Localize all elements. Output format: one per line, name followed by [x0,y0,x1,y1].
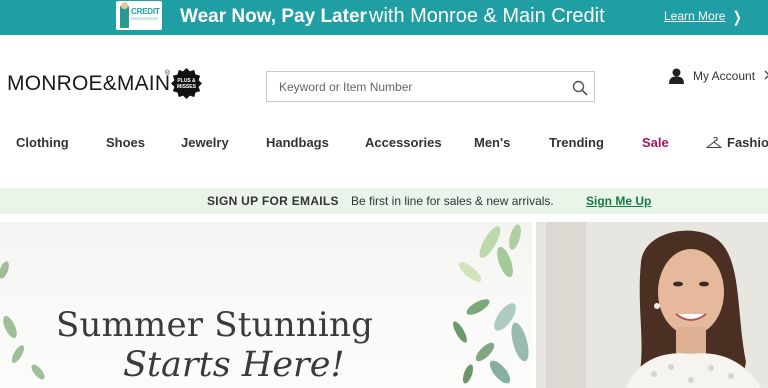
email-signup-title: SIGN UP FOR EMAILS [207,194,339,208]
nav-item-jewelry[interactable]: Jewelry [181,135,229,150]
model-figure-icon [120,2,129,28]
chevron-right-icon[interactable] [764,70,768,80]
user-icon [669,68,684,84]
model-portrait-image [536,222,768,388]
nav-item-handbags[interactable]: Handbags [266,135,329,150]
search-icon[interactable] [572,80,588,96]
badge-text: PLUS & MISSES [177,77,196,90]
main-nav: Clothing Shoes Jewelry Handbags Accessor… [0,135,768,153]
nav-item-accessories[interactable]: Accessories [365,135,442,150]
site-logo[interactable]: MONROE&MAIN [7,72,170,96]
promo-banner[interactable]: CREDIT Wear Now, Pay Later with Monroe &… [0,0,768,35]
logo-text: MONROE&MAIN [7,72,171,95]
promo-subline: with Monroe & Main Credit [369,5,605,27]
nav-item-clothing[interactable]: Clothing [16,135,69,150]
hero-headline: Summer Stunning [56,305,374,345]
nav-item-fashion[interactable]: Fashion [727,135,768,150]
model-photo[interactable] [536,222,768,388]
registered-mark: ® [165,70,171,77]
hero-subheadline: Starts Here! [123,345,345,385]
search-input[interactable] [279,80,559,94]
nav-item-trending[interactable]: Trending [549,135,604,150]
promo-headline: Wear Now, Pay Later [180,6,367,27]
credit-card-label: CREDIT [131,7,160,16]
credit-card-stripe [131,17,158,20]
my-account-label: My Account [693,69,756,83]
chevron-right-icon: ❯ [732,9,742,26]
learn-more-link[interactable]: Learn More [664,9,725,23]
hanger-icon [706,137,722,149]
email-signup-bar: SIGN UP FOR EMAILS Be first in line for … [0,188,768,214]
nav-item-mens[interactable]: Men's [474,135,510,150]
sign-me-up-link[interactable]: Sign Me Up [586,194,651,208]
plus-misses-badge: PLUS & MISSES [171,68,202,99]
nav-item-shoes[interactable]: Shoes [106,135,145,150]
credit-card-image: CREDIT [116,1,162,30]
email-signup-text: Be first in line for sales & new arrival… [351,194,554,208]
nav-item-sale[interactable]: Sale [642,135,669,150]
search-box[interactable] [266,71,595,102]
